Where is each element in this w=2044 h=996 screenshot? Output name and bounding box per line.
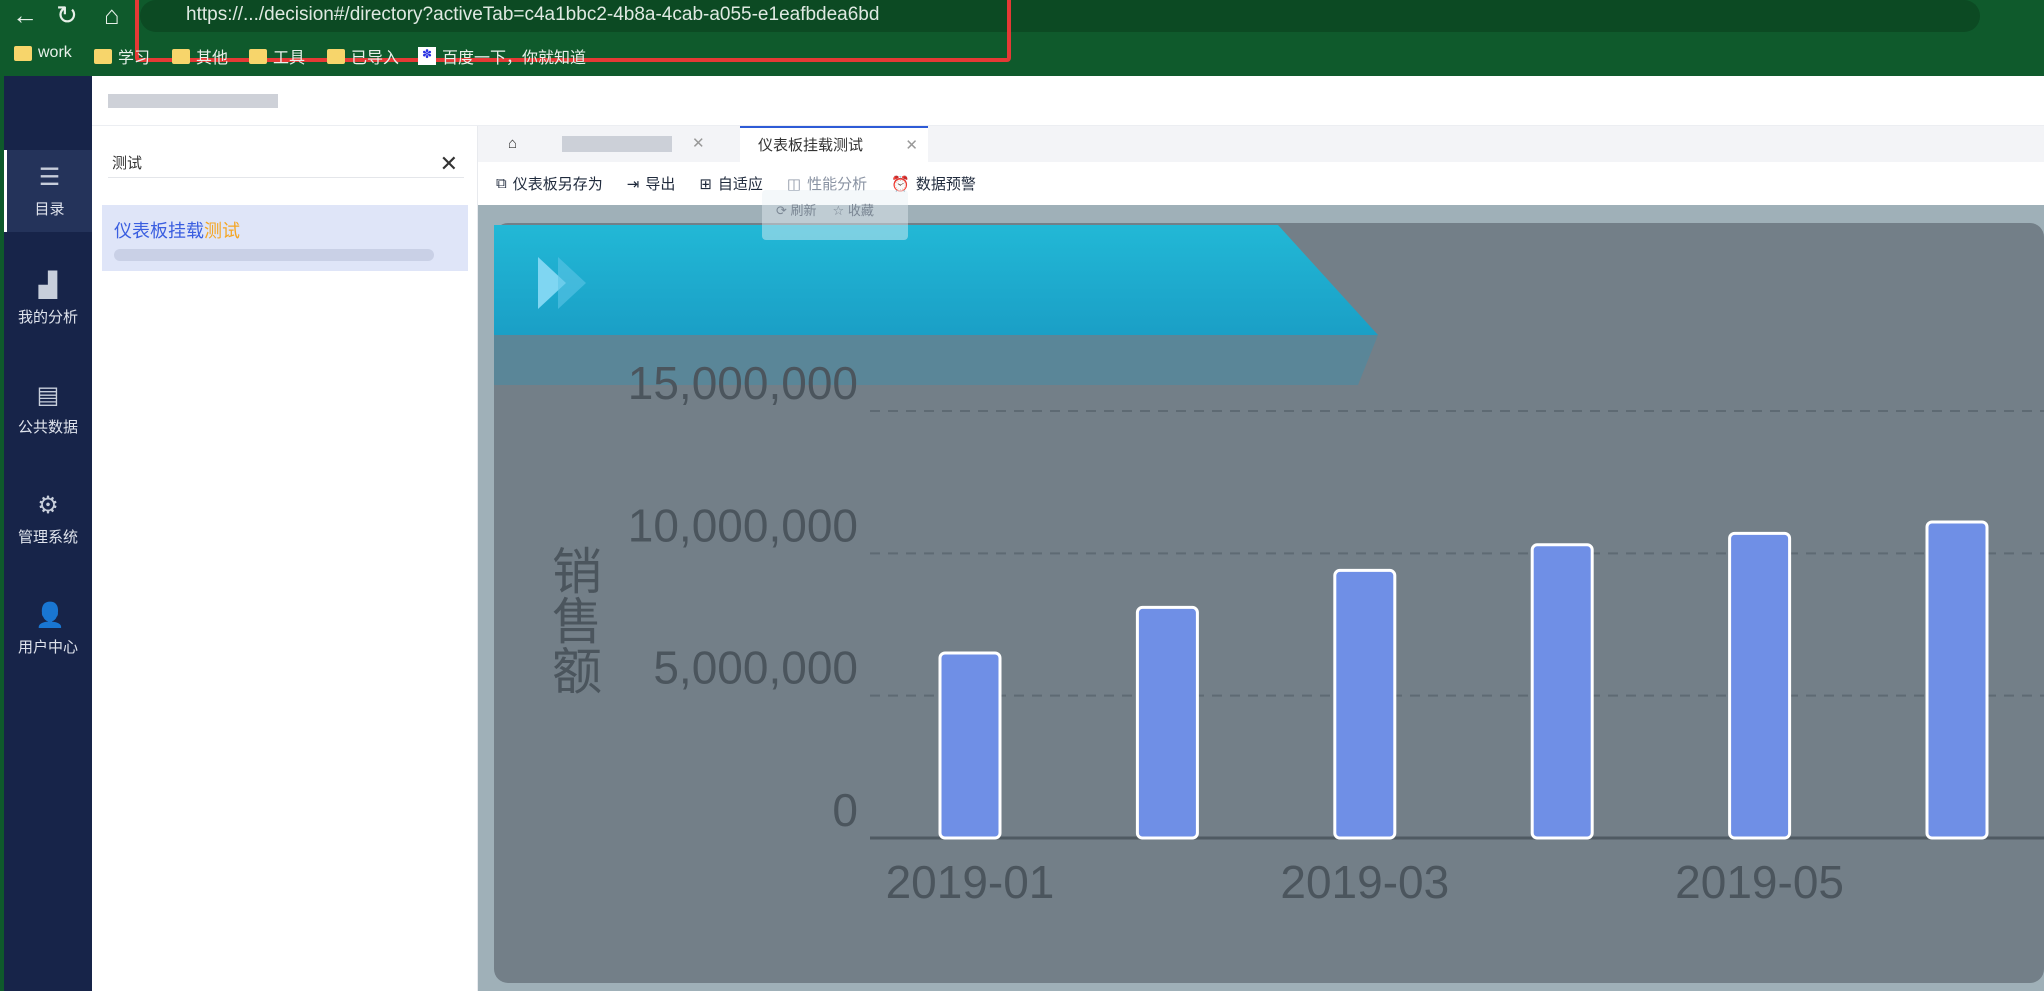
search-value: 测试 xyxy=(112,155,143,172)
bookmark-work[interactable]: work xyxy=(14,44,72,62)
directory-icon: ☰ xyxy=(38,164,61,191)
floating-actions: ⟳ 刷新 ☆ 收藏 xyxy=(762,190,908,240)
bookmark-tools[interactable]: 工具 xyxy=(249,44,305,68)
bookmark-label: 学习 xyxy=(118,50,151,67)
close-icon[interactable]: ✕ xyxy=(905,128,918,164)
bookmark-label: 其他 xyxy=(196,50,229,67)
y-tick-label: 5,000,000 xyxy=(653,642,858,694)
bar xyxy=(938,651,1002,840)
close-icon[interactable]: ✕ xyxy=(692,126,705,162)
sidebar-label: 公共数据 xyxy=(17,419,78,436)
x-tick-label: 2019-05 xyxy=(1675,856,1844,908)
bar xyxy=(1333,568,1397,840)
favorite-button[interactable]: ☆ 收藏 xyxy=(833,200,874,219)
sidebar-item-directory[interactable]: ☰ 目录 xyxy=(4,150,92,232)
bar xyxy=(1925,520,1989,840)
search-input[interactable]: 测试 ✕ xyxy=(108,146,464,178)
y-tick-label: 0 xyxy=(832,784,858,836)
bookmark-label: 已导入 xyxy=(351,50,400,67)
close-icon[interactable]: ✕ xyxy=(440,146,458,182)
bookmark-study[interactable]: 学习 xyxy=(94,44,150,68)
refresh-button[interactable]: ⟳ 刷新 xyxy=(776,200,817,219)
button-label: 收藏 xyxy=(847,203,874,218)
user-icon: 👤 xyxy=(35,602,65,629)
sidebar-item-analysis[interactable]: ▟ 我的分析 xyxy=(4,258,92,340)
folder-icon xyxy=(249,48,267,64)
tab-blurred[interactable]: ✕ xyxy=(562,126,712,162)
bookmark-label: 百度一下，你就知道 xyxy=(442,50,587,67)
bookmark-other[interactable]: 其他 xyxy=(172,44,228,68)
sidebar-label: 目录 xyxy=(34,201,65,218)
button-label: 自适应 xyxy=(717,176,763,193)
bookmark-imported[interactable]: 已导入 xyxy=(327,44,399,68)
result-highlight: 测试 xyxy=(204,221,240,241)
sidebar-label: 用户中心 xyxy=(17,639,78,656)
sidebar-item-admin[interactable]: ⚙ 管理系统 xyxy=(4,478,92,560)
folder-icon xyxy=(94,48,112,64)
bookmark-label: 工具 xyxy=(273,50,306,67)
folder-icon xyxy=(327,48,345,64)
bar xyxy=(1530,543,1594,840)
button-label: 刷新 xyxy=(790,203,817,218)
export-button[interactable]: ⇥ 导出 xyxy=(627,173,676,194)
y-tick-label: 15,000,000 xyxy=(628,357,858,409)
analysis-icon: ▟ xyxy=(38,272,58,299)
tab-bar: ⌂ ✕ 仪表板挂载测试 ✕ xyxy=(478,126,2044,162)
browser-toolbar: ← ↻ ⌂ https://.../decision#/directory?ac… xyxy=(0,0,2044,76)
tab-dashboard-test[interactable]: 仪表板挂载测试 ✕ xyxy=(740,126,928,162)
database-icon: ▤ xyxy=(36,382,60,409)
button-label: 导出 xyxy=(645,176,676,193)
x-tick-label: 2019-03 xyxy=(1280,856,1449,908)
baidu-icon: ✽ xyxy=(418,47,436,65)
sidebar: ☰ 目录 ▟ 我的分析 ▤ 公共数据 ⚙ 管理系统 👤 用户中心 xyxy=(0,76,92,991)
sidebar-item-public-data[interactable]: ▤ 公共数据 xyxy=(4,368,92,450)
x-tick-label: 2019-01 xyxy=(886,856,1055,908)
sidebar-label: 我的分析 xyxy=(17,309,78,326)
folder-icon xyxy=(14,45,32,61)
tab-label: 仪表板挂载测试 xyxy=(758,137,864,154)
adapt-icon: ⊞ xyxy=(699,175,712,193)
button-label: 仪表板另存为 xyxy=(512,176,603,193)
bar xyxy=(1728,531,1792,840)
folder-icon xyxy=(172,48,190,64)
title-banner xyxy=(494,225,1378,335)
banner-shadow xyxy=(494,335,1378,385)
home-icon[interactable]: ⌂ xyxy=(104,0,120,30)
gear-icon: ⚙ xyxy=(37,492,59,519)
result-title: 仪表板挂载 xyxy=(114,221,204,241)
home-tab-icon[interactable]: ⌂ xyxy=(508,126,517,162)
app-header xyxy=(92,76,2044,126)
button-label: 数据预警 xyxy=(915,176,976,193)
y-axis-title: 销售额 xyxy=(544,545,602,695)
search-result-item[interactable]: 仪表板挂载测试 xyxy=(102,205,468,271)
blurred-title xyxy=(108,94,278,108)
adapt-button[interactable]: ⊞ 自适应 xyxy=(699,173,763,194)
dashboard-toolbar: ⧉ 仪表板另存为 ⇥ 导出 ⊞ 自适应 ◫ 性能分析 ⏰ 数据预警 xyxy=(478,162,2044,205)
sidebar-item-user-center[interactable]: 👤 用户中心 xyxy=(4,588,92,670)
save-as-button[interactable]: ⧉ 仪表板另存为 xyxy=(496,173,603,194)
back-icon[interactable]: ← xyxy=(12,0,38,30)
sidebar-label: 管理系统 xyxy=(17,529,78,546)
reload-icon[interactable]: ↻ xyxy=(56,0,78,30)
bar-chart: 0 5,000,000 10,000,000 15,000,000 2019-01 201… xyxy=(478,205,2044,991)
dashboard-canvas: 0 5,000,000 10,000,000 15,000,000 2019-01 201… xyxy=(478,205,2044,991)
y-tick-label: 10,000,000 xyxy=(628,499,858,551)
bookmark-label: work xyxy=(38,44,72,61)
bar xyxy=(1135,605,1199,840)
bookmark-baidu[interactable]: ✽ 百度一下，你就知道 xyxy=(418,44,586,68)
save-as-icon: ⧉ xyxy=(496,175,507,192)
blurred-path xyxy=(114,249,434,261)
export-icon: ⇥ xyxy=(626,175,640,193)
